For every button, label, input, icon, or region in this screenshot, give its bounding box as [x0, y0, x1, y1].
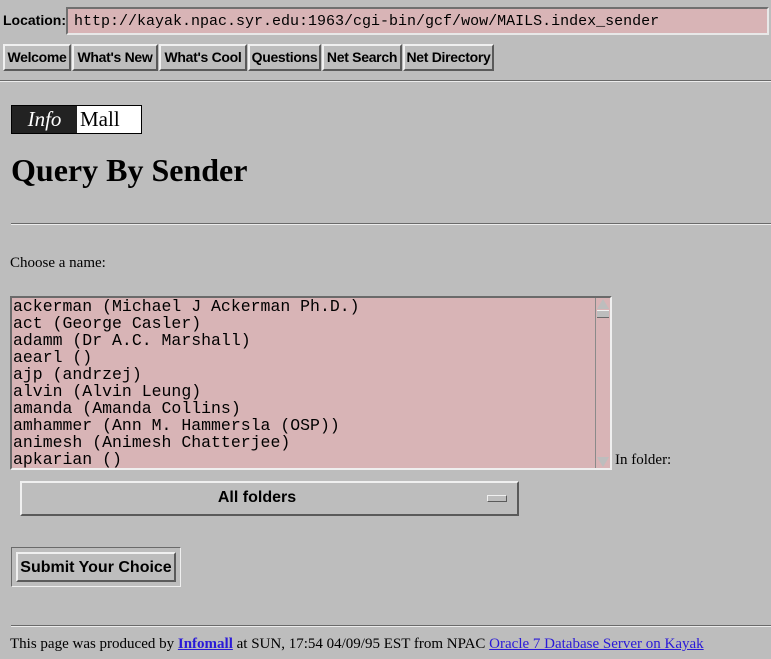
infomall-logo: Info Mall — [11, 105, 142, 134]
sender-option[interactable]: ajp (andrzej) — [13, 366, 598, 383]
footer-middle: at SUN, 17:54 04/09/95 EST from NPAC — [232, 636, 490, 652]
sender-option[interactable]: act (George Casler) — [13, 315, 598, 332]
sender-list: ackerman (Michael J Ackerman Ph.D.) act … — [13, 298, 598, 468]
scroll-down-arrow-icon[interactable] — [597, 457, 609, 467]
net-search-button[interactable]: Net Search — [322, 44, 402, 71]
footer-rule — [11, 625, 771, 627]
location-label: Location: — [3, 12, 66, 28]
logo-info-text: Info — [12, 106, 77, 133]
url-field[interactable]: http://kayak.npac.syr.edu:1963/cgi-bin/g… — [66, 7, 769, 35]
sender-option[interactable]: amhammer (Ann M. Hammersla (OSP)) — [13, 417, 598, 434]
location-bar: Location: http://kayak.npac.syr.edu:1963… — [0, 0, 771, 42]
sender-option[interactable]: animesh (Animesh Chatterjee) — [13, 434, 598, 451]
whats-cool-button[interactable]: What's Cool — [159, 44, 247, 71]
infomall-link[interactable]: Infomall — [178, 636, 233, 652]
option-menu-indicator-icon — [487, 495, 507, 502]
logo-mall-text: Mall — [80, 107, 120, 131]
questions-button[interactable]: Questions — [248, 44, 321, 71]
horizontal-rule — [11, 223, 771, 225]
whats-new-button[interactable]: What's New — [72, 44, 158, 71]
listbox-scrollbar[interactable] — [595, 298, 610, 468]
scroll-thumb[interactable] — [597, 310, 609, 318]
page-title: Query By Sender — [11, 152, 248, 188]
welcome-button[interactable]: Welcome — [3, 44, 71, 71]
footer-prefix: This page was produced by — [10, 636, 178, 652]
sender-option[interactable]: adamm (Dr A.C. Marshall) — [13, 332, 598, 349]
submit-button-frame: Submit Your Choice — [11, 547, 181, 587]
in-folder-label: In folder: — [615, 452, 672, 468]
oracle-server-link[interactable]: Oracle 7 Database Server on Kayak — [489, 636, 703, 652]
sender-option[interactable]: aearl () — [13, 349, 598, 366]
sender-option[interactable]: alvin (Alvin Leung) — [13, 383, 598, 400]
sender-option[interactable]: ackerman (Michael J Ackerman Ph.D.) — [13, 298, 598, 315]
sender-listbox[interactable]: ackerman (Michael J Ackerman Ph.D.) act … — [10, 296, 612, 470]
folder-dropdown-value: All folders — [217, 489, 297, 506]
folder-dropdown[interactable]: All folders — [20, 481, 519, 516]
choose-name-label: Choose a name: — [10, 255, 106, 271]
sender-option[interactable]: amanda (Amanda Collins) — [13, 400, 598, 417]
toolbar-divider — [0, 80, 771, 82]
net-directory-button[interactable]: Net Directory — [403, 44, 494, 71]
footer: This page was produced by Infomall at SU… — [10, 636, 704, 653]
submit-button[interactable]: Submit Your Choice — [16, 552, 176, 582]
sender-option[interactable]: apkarian () — [13, 451, 598, 468]
scroll-up-arrow-icon[interactable] — [597, 299, 609, 309]
